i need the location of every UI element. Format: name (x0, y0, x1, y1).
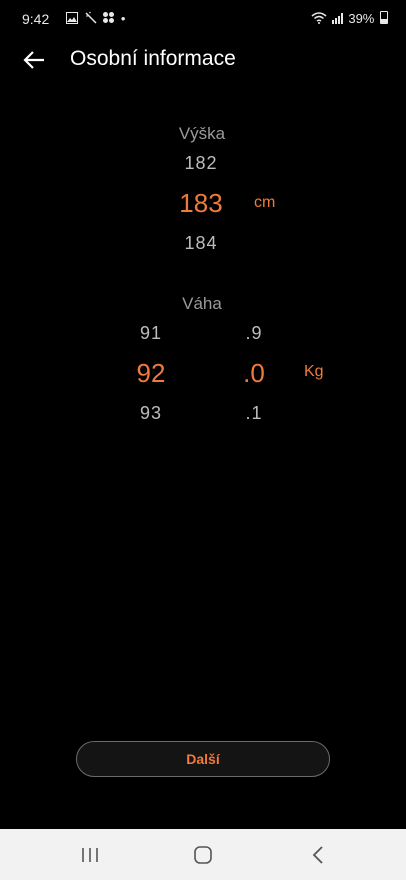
height-label: Výška (178, 124, 226, 143)
height-option-below[interactable]: 184 (161, 233, 241, 254)
dot-icon: • (120, 11, 128, 26)
next-button-label: Další (186, 751, 220, 767)
height-unit: cm (254, 194, 276, 211)
status-right: 39% (311, 11, 388, 26)
weight-unit: Kg (304, 363, 324, 380)
recent-apps-icon (82, 847, 98, 862)
back-chevron-icon (312, 845, 323, 864)
weight-decimal-above[interactable]: .9 (214, 323, 294, 344)
status-left-icons: • (56, 11, 127, 26)
system-nav-bar (0, 829, 406, 880)
battery-percent: 39% (348, 11, 375, 26)
wifi-icon (311, 12, 327, 24)
recent-apps-button[interactable] (60, 829, 120, 880)
weight-decimal-selected[interactable]: .0 (214, 358, 294, 389)
page-title: Osobní informace (70, 47, 236, 70)
back-nav-button[interactable] (288, 829, 348, 880)
weight-decimal-below[interactable]: .1 (214, 403, 294, 424)
back-button[interactable] (20, 46, 50, 76)
height-selected-value[interactable]: 183 (161, 188, 241, 219)
next-button[interactable]: Další (76, 741, 330, 777)
weight-integer-selected[interactable]: 92 (111, 358, 191, 389)
height-option-above[interactable]: 182 (161, 153, 241, 174)
magic-wand-icon (85, 11, 97, 24)
battery-icon (380, 11, 388, 24)
signal-icon (331, 13, 343, 24)
back-arrow-icon (23, 51, 44, 69)
home-button[interactable] (173, 829, 233, 880)
image-icon (66, 12, 78, 24)
weight-integer-above[interactable]: 91 (111, 323, 191, 344)
apps-icon (103, 12, 115, 23)
home-icon (194, 845, 212, 864)
status-time: 9:42 (22, 11, 50, 27)
weight-integer-below[interactable]: 93 (111, 403, 191, 424)
weight-label: Váha (182, 294, 222, 313)
